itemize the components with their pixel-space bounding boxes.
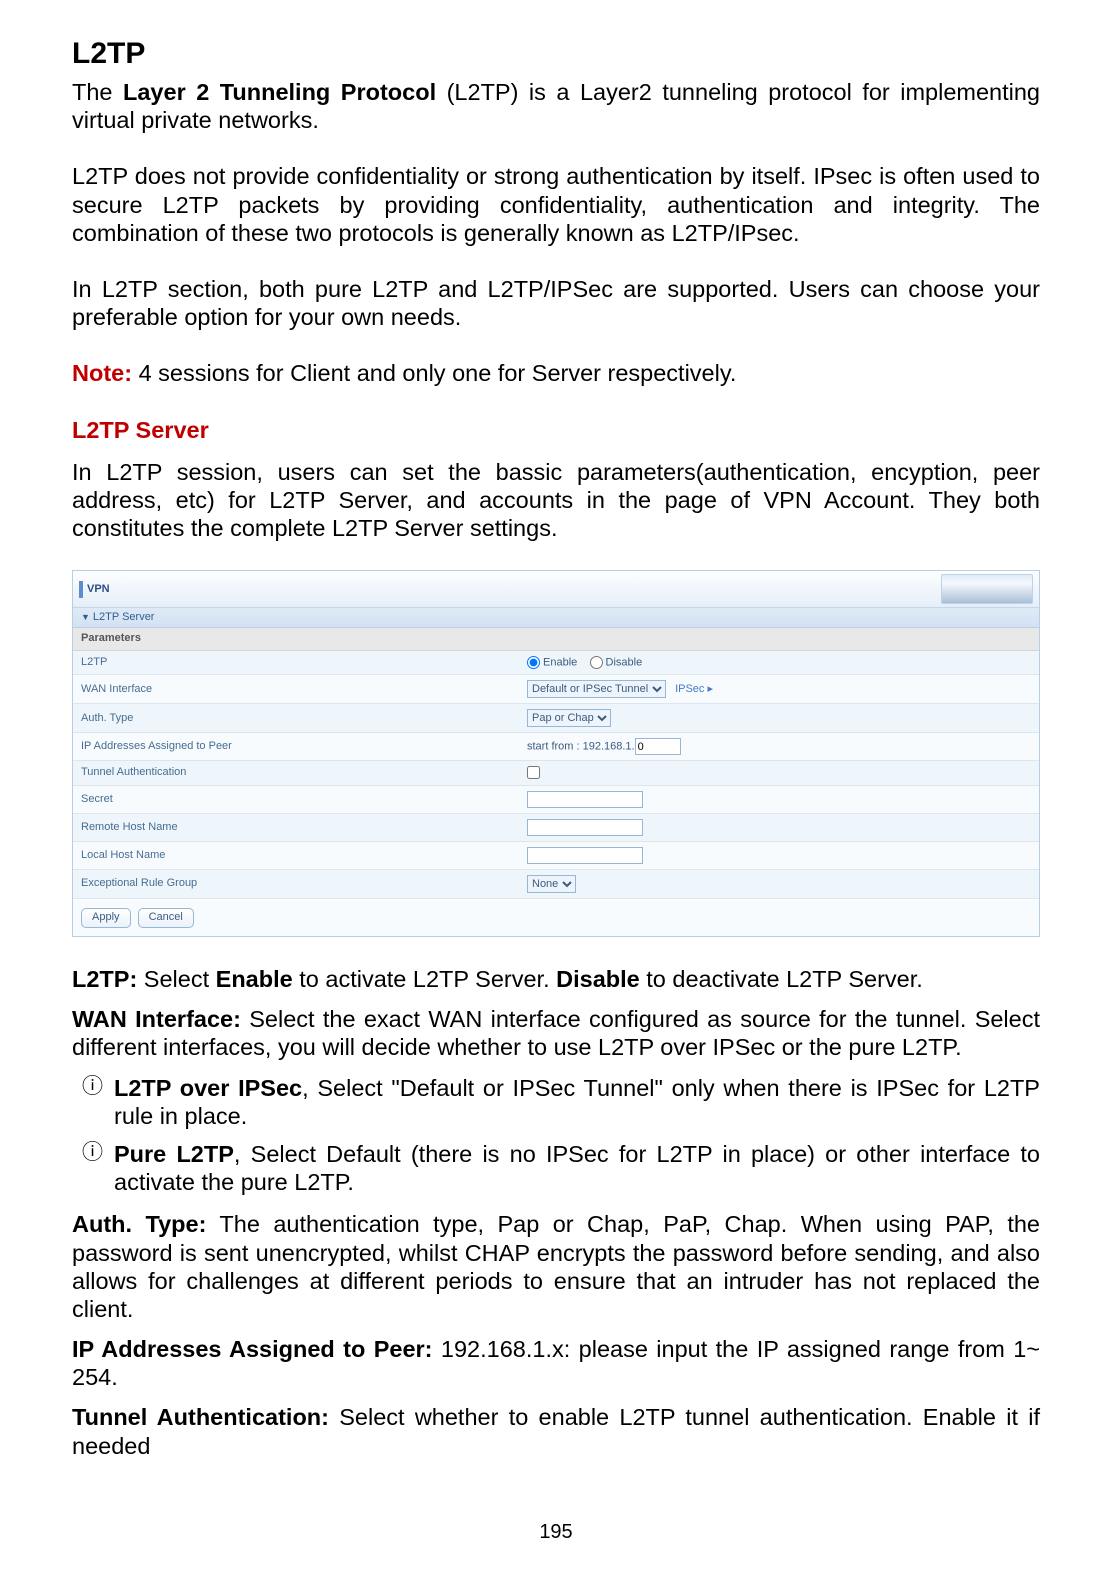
disable-text: Disable xyxy=(606,656,643,668)
page-title: L2TP xyxy=(72,36,1040,72)
secret-field-value xyxy=(519,785,1039,813)
li1-label: L2TP over IPSec xyxy=(114,1075,302,1101)
l2tp-desc-t3: to deactivate L2TP Server. xyxy=(640,966,923,992)
tunnel-desc-label: Tunnel Authentication: xyxy=(72,1404,329,1430)
ip-description: IP Addresses Assigned to Peer: 192.168.1… xyxy=(72,1335,1040,1391)
wan-field-value: Default or IPSec Tunnel IPSec ▸ xyxy=(519,675,1039,704)
l2tp-desc-enable: Enable xyxy=(216,966,293,992)
l2tp-desc-t1: Select xyxy=(137,966,215,992)
enable-text: Enable xyxy=(543,656,577,668)
intro-paragraph: The Layer 2 Tunneling Protocol (L2TP) is… xyxy=(72,78,1040,134)
remote-field-value xyxy=(519,813,1039,841)
except-field-label: Exceptional Rule Group xyxy=(73,869,519,898)
li2-text: , Select Default (there is no IPSec for … xyxy=(114,1141,1040,1195)
note-paragraph: Note: 4 sessions for Client and only one… xyxy=(72,359,1040,387)
parameters-heading: Parameters xyxy=(73,628,1039,650)
remote-field-label: Remote Host Name xyxy=(73,813,519,841)
li2-label: Pure L2TP xyxy=(114,1141,234,1167)
config-screenshot: VPN ▼L2TP Server Parameters L2TP Enable … xyxy=(72,570,1040,937)
l2tp-desc-disable: Disable xyxy=(556,966,640,992)
local-field-label: Local Host Name xyxy=(73,841,519,869)
auth-desc-label: Auth. Type: xyxy=(72,1211,206,1237)
section-tab-label: L2TP Server xyxy=(93,611,155,623)
auth-field-value: Pap or Chap xyxy=(519,704,1039,733)
apply-button[interactable]: Apply xyxy=(81,908,131,928)
wan-interface-select[interactable]: Default or IPSec Tunnel xyxy=(527,680,666,698)
wan-description: WAN Interface: Select the exact WAN inte… xyxy=(72,1005,1040,1061)
ip-desc-label: IP Addresses Assigned to Peer: xyxy=(72,1336,433,1362)
l2tp-field-value: Enable Disable xyxy=(519,651,1039,675)
auth-desc-text: The authentication type, Pap or Chap, Pa… xyxy=(72,1211,1040,1322)
local-host-input[interactable] xyxy=(527,847,643,864)
remote-host-input[interactable] xyxy=(527,819,643,836)
ipsec-link[interactable]: IPSec ▸ xyxy=(675,683,713,695)
button-row: Apply Cancel xyxy=(73,899,1039,936)
chevron-down-icon: ▼ xyxy=(81,612,90,622)
startfrom-text: start from : 192.168.1. xyxy=(527,741,635,753)
secret-input[interactable] xyxy=(527,791,643,808)
tunnel-description: Tunnel Authentication: Select whether to… xyxy=(72,1403,1040,1459)
wan-desc-label: WAN Interface: xyxy=(72,1006,241,1032)
startfrom-input[interactable] xyxy=(635,738,681,755)
l2tp-enable-radio[interactable] xyxy=(527,656,540,669)
except-field-value: None xyxy=(519,869,1039,898)
device-thumbnail xyxy=(941,574,1033,604)
paragraph-3: In L2TP section, both pure L2TP and L2TP… xyxy=(72,275,1040,331)
secret-field-label: Secret xyxy=(73,785,519,813)
auth-field-label: Auth. Type xyxy=(73,704,519,733)
l2tp-desc-t2: to activate L2TP Server. xyxy=(293,966,556,992)
l2tp-server-heading: L2TP Server xyxy=(72,416,1040,444)
ipassign-field-label: IP Addresses Assigned to Peer xyxy=(73,733,519,761)
wan-options-list: L2TP over IPSec, Select "Default or IPSe… xyxy=(72,1074,1040,1197)
tunnel-field-value xyxy=(519,761,1039,786)
intro-pre: The xyxy=(72,79,123,105)
parameters-table: L2TP Enable Disable WAN Interface Defaul… xyxy=(73,651,1039,899)
screenshot-header: VPN xyxy=(73,571,1039,608)
paragraph-4: In L2TP session, users can set the bassi… xyxy=(72,458,1040,543)
note-text: 4 sessions for Client and only one for S… xyxy=(132,360,736,386)
ipassign-field-value: start from : 192.168.1. xyxy=(519,733,1039,761)
auth-description: Auth. Type: The authentication type, Pap… xyxy=(72,1210,1040,1323)
l2tp-description: L2TP: Select Enable to activate L2TP Ser… xyxy=(72,965,1040,993)
l2tp-desc-label: L2TP: xyxy=(72,966,137,992)
note-label: Note: xyxy=(72,360,132,386)
list-item: L2TP over IPSec, Select "Default or IPSe… xyxy=(72,1074,1040,1130)
tunnel-field-label: Tunnel Authentication xyxy=(73,761,519,786)
wan-field-label: WAN Interface xyxy=(73,675,519,704)
section-tab[interactable]: ▼L2TP Server xyxy=(73,608,1039,628)
exceptional-rule-select[interactable]: None xyxy=(527,875,576,893)
page-number: 195 xyxy=(72,1520,1040,1544)
intro-bold: Layer 2 Tunneling Protocol xyxy=(123,79,436,105)
list-item: Pure L2TP, Select Default (there is no I… xyxy=(72,1140,1040,1196)
vpn-label: VPN xyxy=(79,581,114,598)
tunnel-auth-checkbox[interactable] xyxy=(527,766,540,779)
l2tp-disable-radio[interactable] xyxy=(590,656,603,669)
cancel-button[interactable]: Cancel xyxy=(138,908,194,928)
paragraph-2: L2TP does not provide confidentiality or… xyxy=(72,162,1040,247)
local-field-value xyxy=(519,841,1039,869)
auth-type-select[interactable]: Pap or Chap xyxy=(527,709,611,727)
l2tp-field-label: L2TP xyxy=(73,651,519,675)
